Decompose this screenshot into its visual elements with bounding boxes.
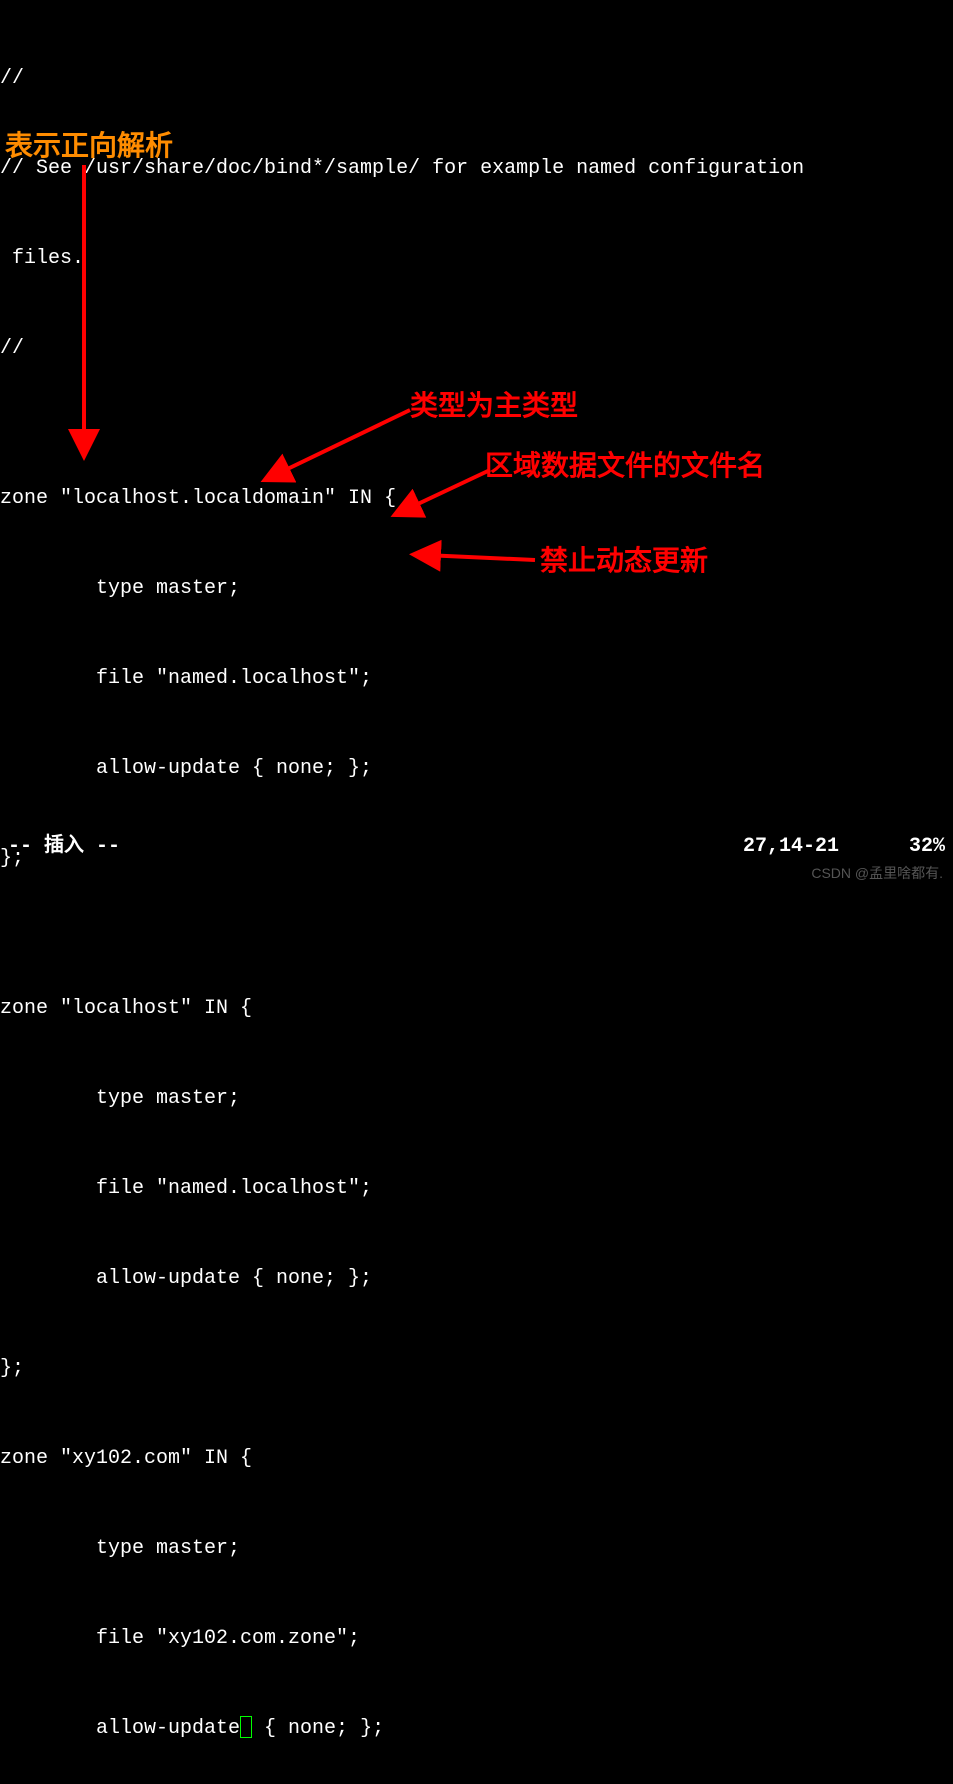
code-line: zone "localhost" IN { [0,994,953,1024]
vim-scroll-percent: 32% [909,832,945,862]
code-line: // [0,334,953,364]
code-line: file "named.localhost"; [0,664,953,694]
terminal-output[interactable]: // // See /usr/share/doc/bind*/sample/ f… [0,4,953,1784]
arrow-icon [415,545,545,586]
code-line: type master; [0,1534,953,1564]
vim-status-bar: -- 插入 -- 27,14-21 32% [0,832,953,862]
code-line: file "named.localhost"; [0,1174,953,1204]
code-line: file "xy102.com.zone"; [0,1624,953,1654]
arrow-icon [72,165,102,476]
annotation-forbid-update: 禁止动态更新 [540,540,708,582]
annotation-type-master: 类型为主类型 [410,385,578,427]
annotation-forward-resolve: 表示正向解析 [5,125,173,167]
annotation-zone-filename: 区域数据文件的文件名 [485,445,765,487]
vim-cursor-position: 27,14-21 [743,832,839,862]
code-line: allow-update { none; }; [0,754,953,784]
code-line: type master; [0,1084,953,1114]
code-line: // [0,64,953,94]
code-line: files. [0,244,953,274]
code-line-with-cursor: allow-update { none; }; [0,1714,953,1744]
cursor-icon [240,1716,252,1738]
vim-mode-indicator: -- 插入 -- [8,832,120,862]
code-line: }; [0,1354,953,1384]
watermark-text: CSDN @孟里啥都有. [811,863,943,884]
code-line: zone "xy102.com" IN { [0,1444,953,1474]
code-line: allow-update { none; }; [0,1264,953,1294]
